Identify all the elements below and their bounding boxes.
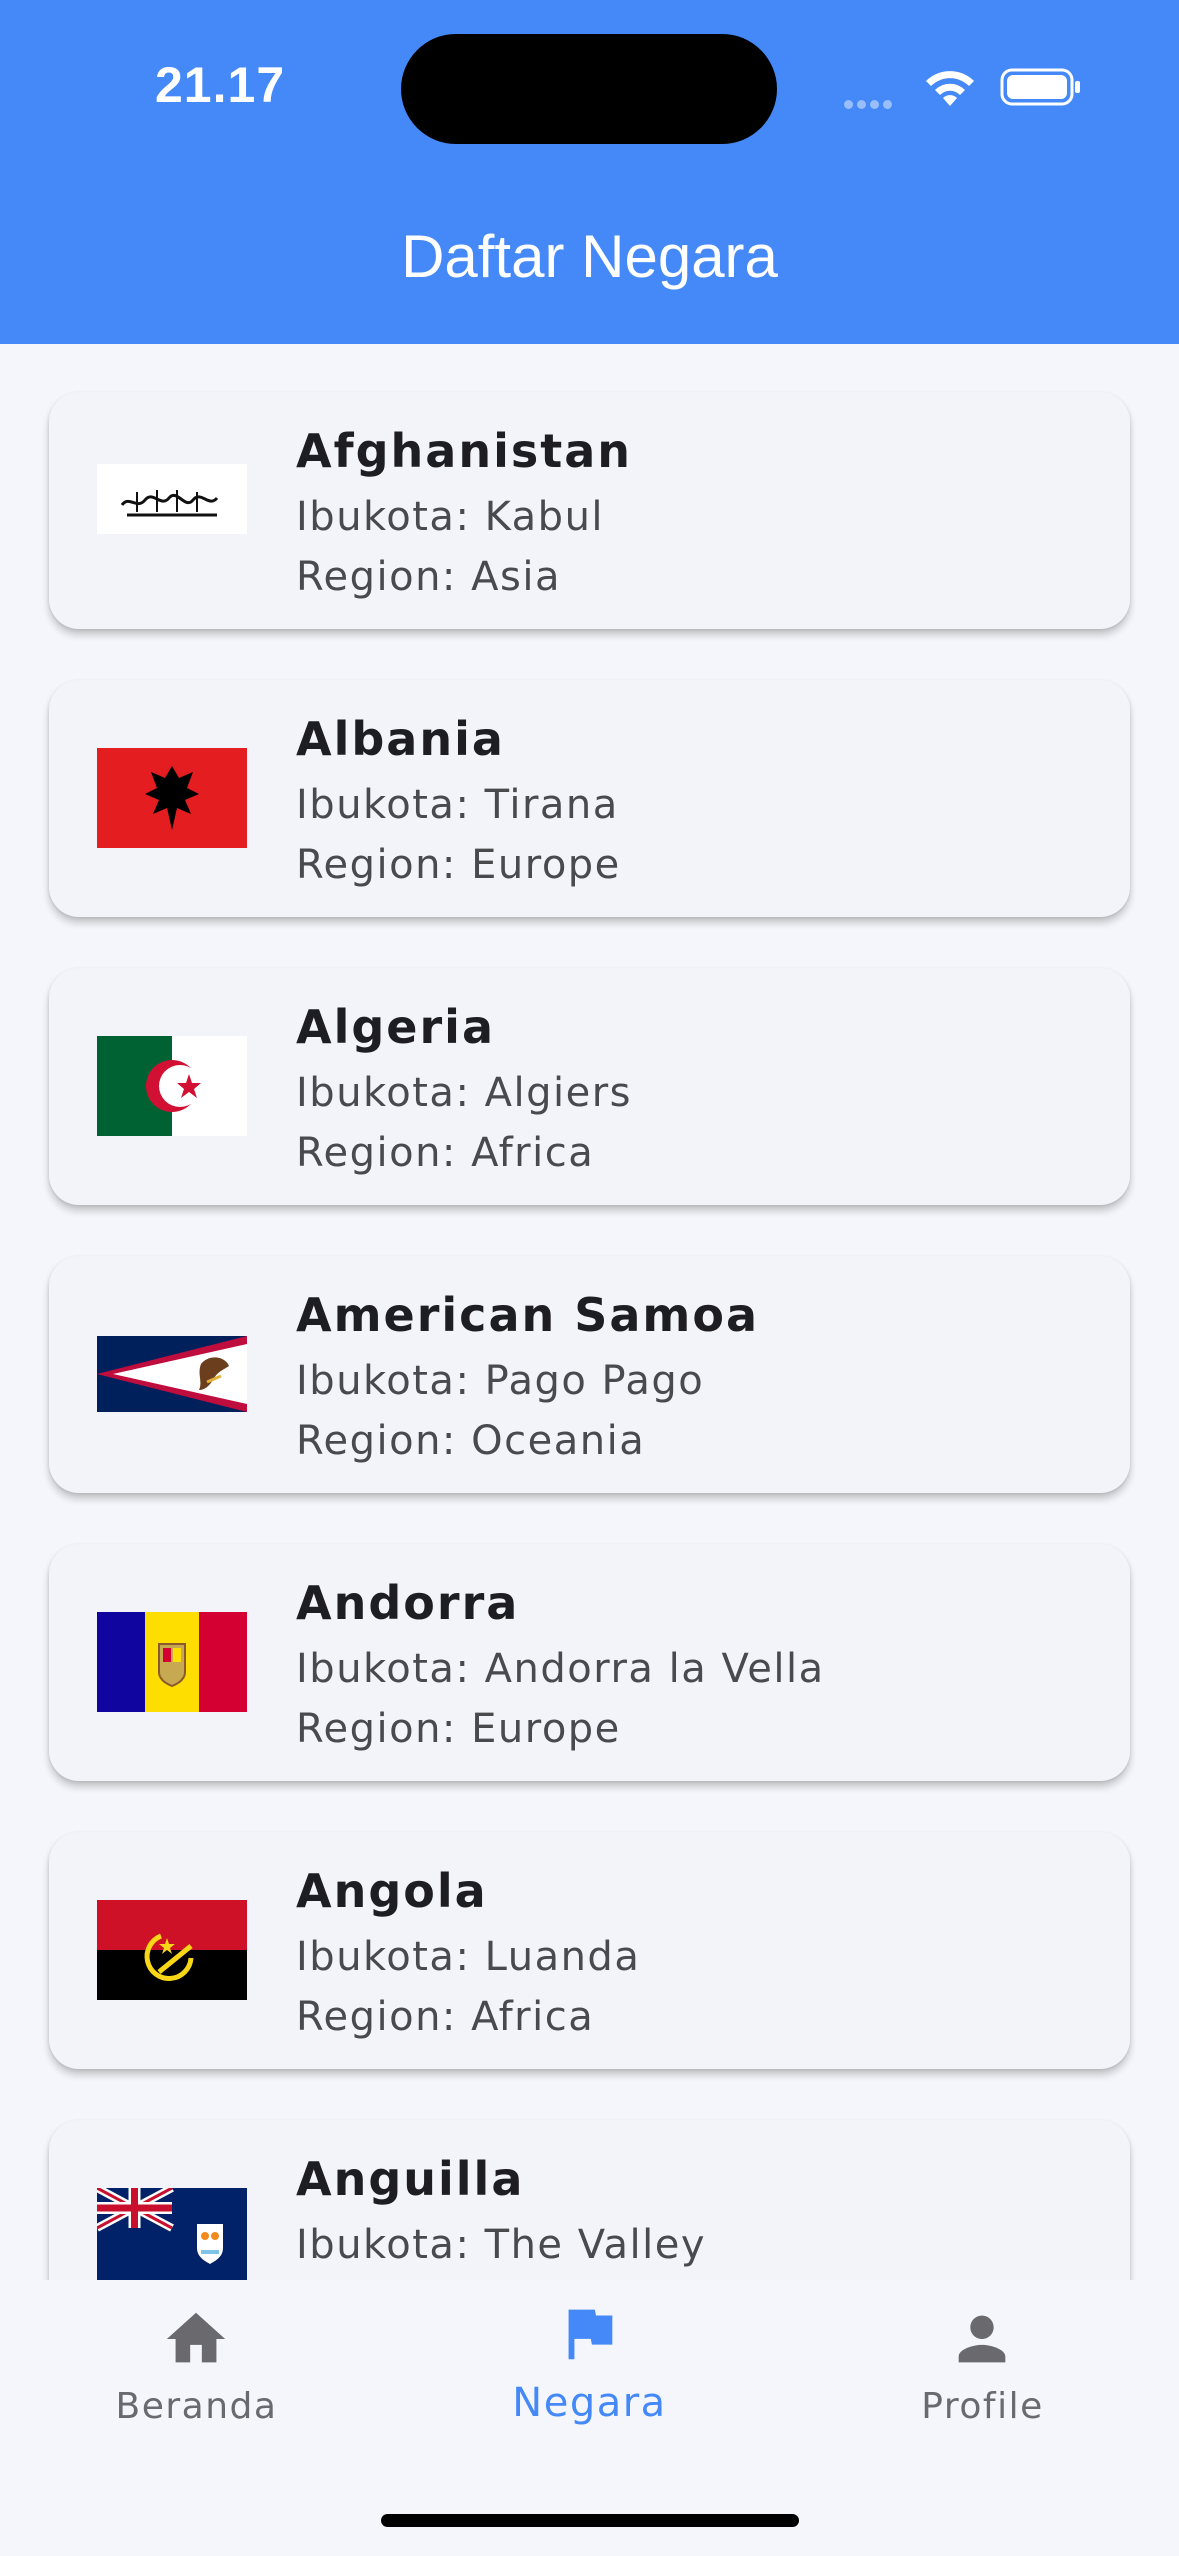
country-card-andorra[interactable]: Andorra Ibukota: Andorra la Vella Region… [49,1544,1130,1781]
status-time: 21.17 [155,57,286,113]
country-name: Anguilla [296,2152,525,2206]
home-icon [166,2312,226,2363]
country-capital: Ibukota: Tirana [296,782,619,828]
albania-flag-icon [97,748,247,848]
country-capital: Ibukota: The Valley [296,2222,707,2268]
battery-icon [1000,68,1080,106]
wifi-icon [926,71,974,106]
nav-label-beranda: Beranda [115,2386,278,2427]
country-card-algeria[interactable]: Algeria Ibukota: Algiers Region: Africa [49,968,1130,1205]
country-capital: Ibukota: Andorra la Vella [296,1646,825,1692]
dynamic-island [401,34,777,144]
country-card-american-samoa[interactable]: American Samoa Ibukota: Pago Pago Region… [49,1256,1130,1493]
nav-label-negara: Negara [512,2380,667,2426]
country-region: Region: Africa [296,1130,595,1176]
andorra-flag-icon [97,1612,247,1712]
country-card-anguilla[interactable]: Anguilla Ibukota: The Valley [49,2120,1130,2280]
person-icon [958,2315,1006,2363]
nav-item-beranda[interactable]: Beranda [0,2280,393,2480]
cellular-signal-icon [844,94,896,113]
afghanistan-flag-icon [97,460,247,560]
american-samoa-flag-icon [97,1324,247,1424]
country-capital: Ibukota: Algiers [296,1070,633,1116]
country-region: Region: Africa [296,1994,595,2040]
country-name: Albania [296,712,505,766]
angola-flag-icon [97,1900,247,2000]
country-region: Region: Europe [296,1706,621,1752]
home-indicator[interactable] [381,2514,799,2527]
country-region: Region: Europe [296,842,621,888]
country-region: Region: Asia [296,554,561,600]
nav-item-profile[interactable]: Profile [786,2280,1179,2480]
country-capital: Ibukota: Kabul [296,494,605,540]
country-card-albania[interactable]: Albania Ibukota: Tirana Region: Europe [49,680,1130,917]
country-card-angola[interactable]: Angola Ibukota: Luanda Region: Africa [49,1832,1130,2069]
nav-item-negara[interactable]: Negara [393,2280,786,2480]
country-name: American Samoa [296,1288,760,1342]
anguilla-flag-icon [97,2188,247,2280]
country-name: Angola [296,1864,488,1918]
app-header: 21.17 Daftar Negara [0,0,1179,344]
country-capital: Ibukota: Pago Pago [296,1358,705,1404]
country-name: Algeria [296,1000,495,1054]
country-region: Region: Oceania [296,1418,646,1464]
page-title: Daftar Negara [401,223,778,290]
country-name: Andorra [296,1576,520,1630]
country-card-afghanistan[interactable]: Afghanistan Ibukota: Kabul Region: Asia [49,392,1130,629]
algeria-flag-icon [97,1036,247,1136]
country-list[interactable]: Afghanistan Ibukota: Kabul Region: Asia … [0,344,1179,2280]
country-name: Afghanistan [296,424,633,478]
country-capital: Ibukota: Luanda [296,1934,641,1980]
nav-label-profile: Profile [921,2386,1044,2427]
flag-icon [568,2309,613,2360]
